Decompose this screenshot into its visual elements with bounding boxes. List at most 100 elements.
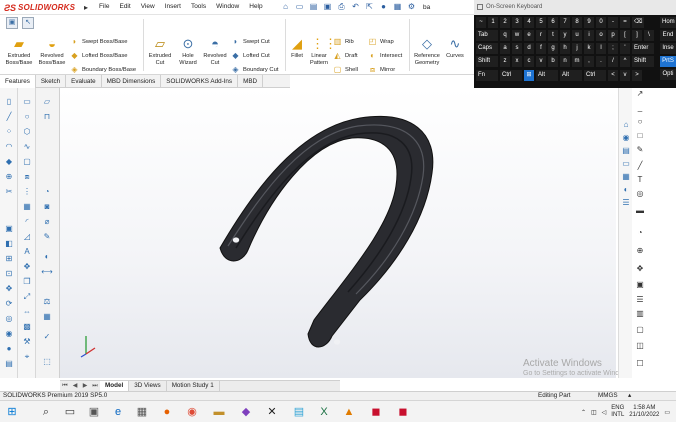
network-icon[interactable]: ◫ [591, 409, 597, 416]
store-icon[interactable]: ▦ [135, 405, 149, 419]
new-document-icon[interactable]: ▭ [294, 1, 305, 13]
home-icon[interactable]: ⌂ [280, 1, 291, 13]
photos-icon[interactable]: ▤ [292, 405, 306, 419]
expand-arrow-icon[interactable]: ▸ [84, 3, 88, 12]
select-icon[interactable]: ⇱ [364, 1, 375, 13]
tab-3d-views[interactable]: 3D Views [129, 381, 167, 391]
explorer-folder-icon[interactable]: ▬ [212, 405, 226, 419]
spiral-icon[interactable]: ◎ [634, 188, 646, 199]
render-icon[interactable]: ◐ [41, 251, 53, 262]
osk-key[interactable]: . [596, 56, 606, 67]
osk-key[interactable]: 6 [548, 17, 558, 28]
clock[interactable]: 1:58 AM 21/10/2022 [629, 405, 659, 419]
osk-key[interactable]: z [500, 56, 510, 67]
convert-icon[interactable]: ▦ [21, 201, 33, 212]
home-icon[interactable]: ⌂ [620, 119, 632, 130]
osk-key[interactable]: l [596, 43, 606, 54]
task-view-icon[interactable]: ▭ [63, 405, 77, 419]
osk-key[interactable]: t [548, 30, 558, 41]
osk-key[interactable]: m [572, 56, 582, 67]
model-canvas[interactable] [60, 88, 616, 378]
osk-key[interactable]: ^ [620, 56, 630, 67]
undo-tool-icon[interactable]: ◔ [634, 227, 646, 238]
shell-button[interactable]: ▢ Shell [333, 65, 358, 74]
osk-key[interactable]: ' [620, 43, 630, 54]
selected-tool-icon[interactable]: ⬚ [41, 356, 53, 367]
reference-geometry-button[interactable]: ◇ Reference Geometry [410, 37, 444, 66]
osk-key[interactable]: f [536, 43, 546, 54]
rebuild-icon[interactable]: ● [378, 1, 389, 13]
boundary-boss-button[interactable]: ◈ Boundary Boss/Base [70, 65, 136, 74]
text-tool-icon[interactable]: T [634, 174, 646, 185]
osk-key-prtscn[interactable]: PrtS [660, 56, 676, 67]
chamfer-icon[interactable]: ◿ [21, 231, 33, 242]
menu-insert[interactable]: Insert [160, 3, 186, 10]
trim-icon[interactable]: ✂ [3, 186, 15, 197]
arrow-icon[interactable]: ↗ [634, 88, 646, 99]
boundary-cut-button[interactable]: ◈ Boundary Cut [231, 65, 278, 74]
osk-key[interactable]: Tab [476, 30, 498, 41]
osk-key[interactable]: = [620, 17, 630, 28]
osk-key[interactable]: n [560, 56, 570, 67]
osk-key[interactable]: i [584, 30, 594, 41]
scale-icon[interactable]: ⤢ [21, 291, 33, 302]
chart-icon[interactable]: ▥ [634, 308, 646, 319]
osk-key[interactable]: ] [632, 30, 642, 41]
osk-key-end[interactable]: End [660, 30, 676, 41]
solidworks-app-icon[interactable]: ◼ [369, 405, 383, 419]
osk-key[interactable]: a [500, 43, 510, 54]
mold-icon[interactable]: ◙ [41, 201, 53, 212]
menu-file[interactable]: File [94, 3, 114, 10]
menu-edit[interactable]: Edit [114, 3, 135, 10]
osk-key-options[interactable]: Opti [660, 69, 676, 80]
resources-icon[interactable]: ◉ [620, 132, 632, 143]
eraser-icon[interactable]: ▬ [634, 205, 646, 216]
last-tab-arrow-icon[interactable]: ⏭ [90, 381, 100, 391]
osk-key[interactable]: ⊞ [524, 70, 534, 81]
osk-key[interactable]: e [524, 30, 534, 41]
pointer-icon[interactable]: ↖ [22, 17, 34, 29]
firefox-icon[interactable]: ● [160, 405, 174, 419]
osk-key[interactable]: > [632, 70, 642, 81]
sketch-ink-icon[interactable]: ✎ [41, 231, 53, 242]
solidworks-logo[interactable]: ƧS SOLIDWORKS [4, 2, 75, 13]
stretch-icon[interactable]: ⇔ [21, 306, 33, 317]
mirror-button[interactable]: ⧈ Mirror [368, 65, 395, 74]
weldment-icon[interactable]: ⊓ [41, 111, 53, 122]
extruded-cut-button[interactable]: ▱ Extruded Cut [145, 37, 175, 66]
osk-key[interactable]: Caps [476, 43, 498, 54]
zoom-tool-icon[interactable]: ⊕ [634, 245, 646, 256]
highlighter-icon[interactable]: ╱ [634, 160, 646, 171]
osk-key[interactable]: Ctrl [500, 70, 522, 81]
scene-icon[interactable]: ▤ [3, 358, 15, 369]
sheet-metal-icon[interactable]: ▱ [41, 96, 53, 107]
open-icon[interactable]: ▤ [308, 1, 319, 13]
smart-dimension-icon[interactable]: ◆ [3, 156, 15, 167]
extruded-boss-button[interactable]: ▰ Extruded Boss/Base [5, 37, 33, 66]
mass-properties-icon[interactable]: ⚖ [41, 296, 53, 307]
osk-key[interactable]: g [548, 43, 558, 54]
osk-key[interactable]: ; [608, 43, 618, 54]
osk-key[interactable]: h [560, 43, 570, 54]
osk-key[interactable]: v [536, 56, 546, 67]
osk-key-insert[interactable]: Inse [660, 43, 676, 54]
rotate-icon[interactable]: ⟳ [3, 298, 15, 309]
text-icon[interactable]: A [21, 246, 33, 257]
quick-snaps-icon[interactable]: ⌖ [21, 351, 33, 362]
file-properties-icon[interactable]: ▦ [392, 1, 403, 13]
osk-key[interactable]: 0 [596, 17, 606, 28]
pan-icon[interactable]: ✥ [3, 283, 15, 294]
relations-icon[interactable]: ⊕ [3, 171, 15, 182]
lofted-cut-button[interactable]: ◆ Lofted Cut [231, 51, 269, 60]
section-view-icon[interactable]: ◧ [3, 238, 15, 249]
osk-key[interactable]: Fn [476, 70, 498, 81]
measure-icon[interactable]: ⟷ [41, 266, 53, 277]
osk-key[interactable]: [ [620, 30, 630, 41]
linear-pattern-button[interactable]: ⋮⋮ Linear Pattern [307, 37, 337, 66]
visual-studio-icon[interactable]: ◆ [239, 405, 253, 419]
zoom-area-icon[interactable]: ⊡ [3, 268, 15, 279]
osk-key[interactable]: x [512, 56, 522, 67]
options-icon[interactable]: ⚙ [406, 1, 417, 13]
osk-key[interactable]: ⌫ [632, 17, 645, 28]
arc-icon[interactable]: ◠ [3, 141, 15, 152]
